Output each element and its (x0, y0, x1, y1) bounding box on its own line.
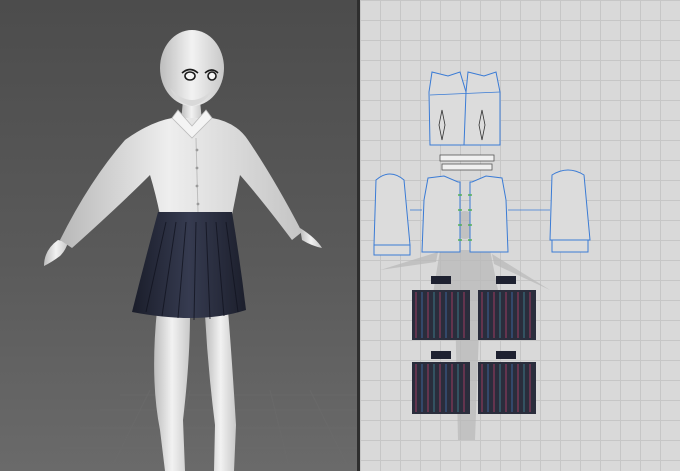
3d-scene[interactable] (0, 0, 357, 471)
avatar-head (160, 30, 224, 106)
avatar-left-leg (154, 310, 190, 471)
app-window (0, 0, 680, 471)
pattern-piece-skirt-back-right[interactable] (478, 351, 536, 414)
pattern-piece-sleeve-right[interactable] (508, 169, 591, 253)
avatar-right-leg (205, 310, 236, 471)
pattern-canvas[interactable] (360, 0, 680, 471)
skirt-garment[interactable] (132, 212, 246, 321)
pattern-piece-sleeve-left[interactable] (373, 173, 422, 256)
avatar-left-hand (44, 240, 68, 266)
3d-viewport[interactable] (0, 0, 357, 471)
2d-pattern-viewport[interactable] (360, 0, 680, 471)
pattern-piece-shirt-back[interactable] (428, 71, 501, 146)
avatar-right-hand (300, 228, 322, 248)
floor-grid (40, 389, 357, 471)
pattern-piece-collar[interactable] (439, 154, 495, 171)
avatar[interactable] (44, 30, 322, 471)
